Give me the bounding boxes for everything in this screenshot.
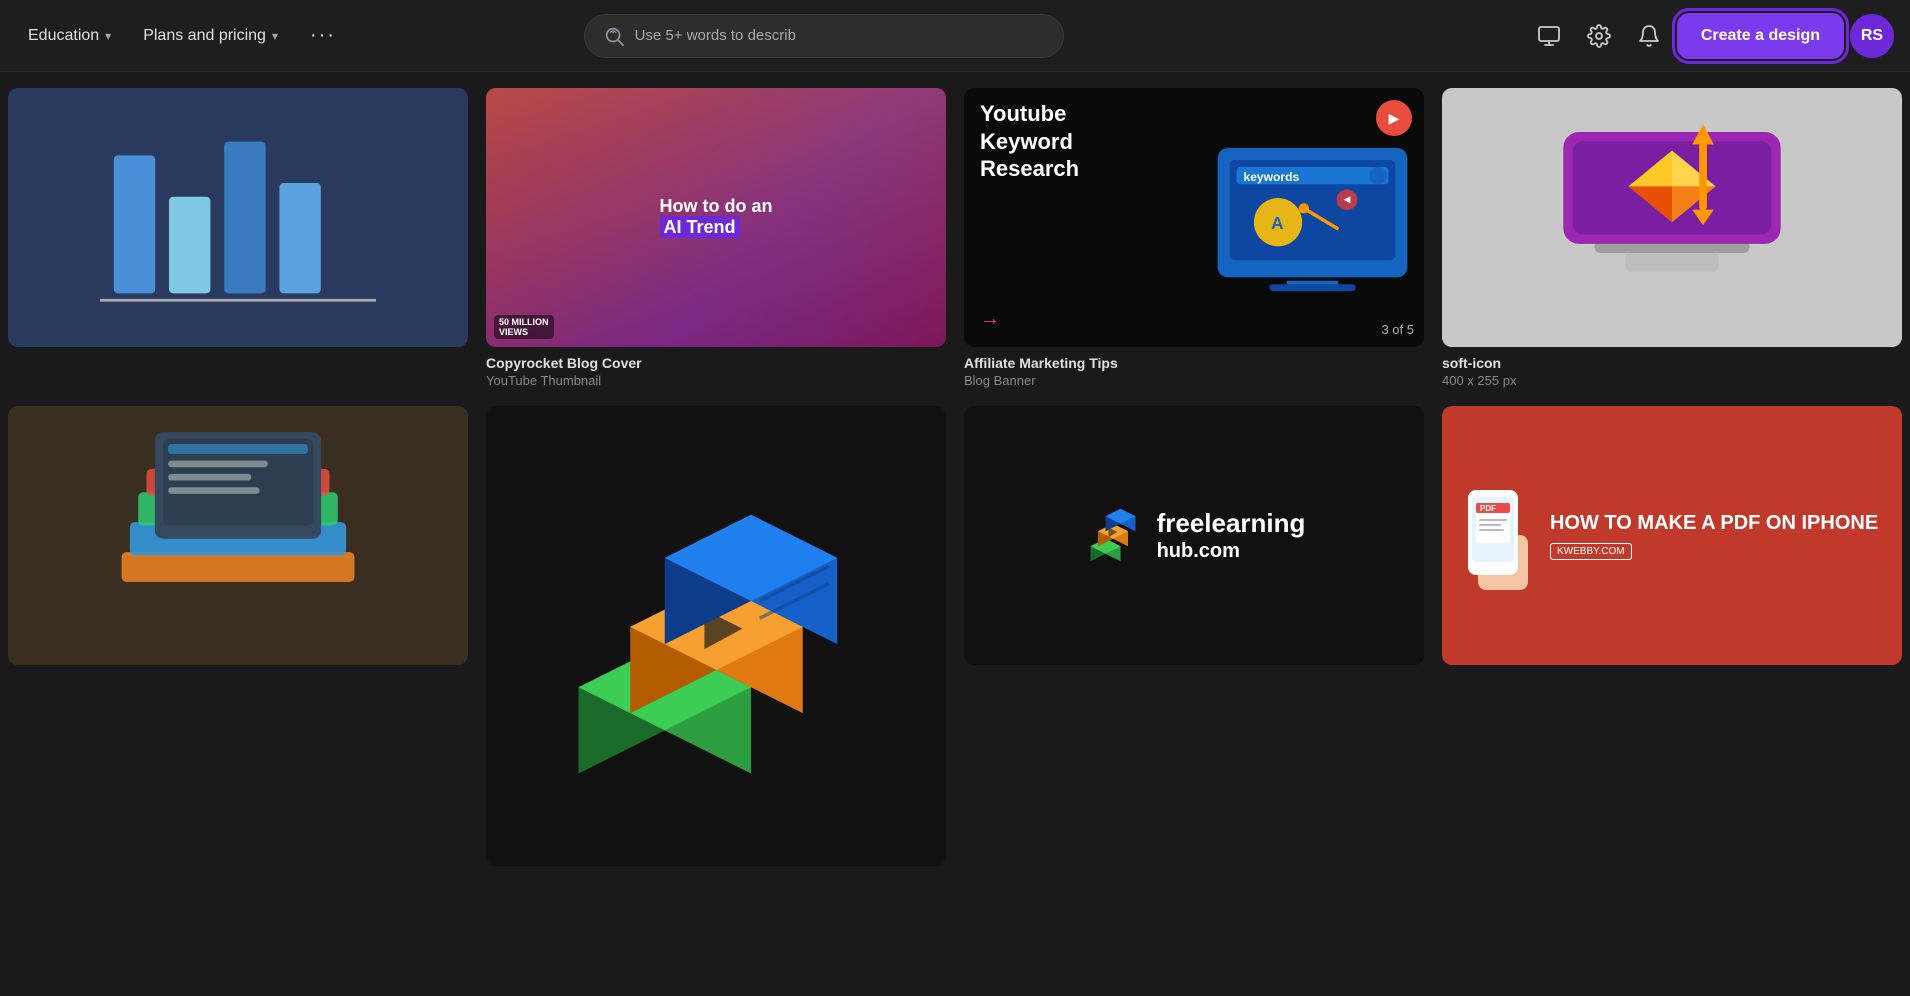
card-thumbnail [486,406,946,866]
card-thumbnail [8,406,468,665]
freelearning-thumbnail: freelearning hub.com [964,406,1424,665]
partial-thumbnail-2 [8,406,468,665]
header-right: Create a design RS [1527,13,1894,59]
blog-cover-thumbnail: How to do anAI Trend 50 MILLIONVIEWS [486,88,946,347]
card-title: soft-icon [1442,355,1902,371]
pdf-thumbnail: PDF HOW TO MAKE A PDF ON IPHONE KWEBBY.C… [1442,406,1902,665]
chevron-down-icon: ▾ [105,29,111,43]
notifications-icon-button[interactable] [1627,14,1671,58]
create-design-button[interactable]: Create a design [1677,13,1844,59]
phone-illustration: PDF [1458,475,1538,595]
soft-icon-thumbnail [1442,88,1902,347]
design-grid: How to do anAI Trend 50 MILLIONVIEWS Cop… [0,72,1910,882]
list-item[interactable] [478,398,954,874]
nav-education-label: Education [28,27,99,45]
list-item[interactable]: How to do anAI Trend 50 MILLIONVIEWS Cop… [478,80,954,396]
card-thumbnail: PDF HOW TO MAKE A PDF ON IPHONE KWEBBY.C… [1442,406,1902,665]
svg-text:PDF: PDF [1480,504,1496,513]
display-icon-button[interactable] [1527,14,1571,58]
card-thumbnail: How to do anAI Trend 50 MILLIONVIEWS [486,88,946,347]
blog-cover-text: How to do anAI Trend [648,184,785,251]
nav-plans-label: Plans and pricing [143,27,266,45]
list-item[interactable] [0,398,476,874]
avatar[interactable]: RS [1850,14,1894,58]
ai-trend-label: AI Trend [660,216,740,238]
ai-search-icon [603,25,625,47]
partial-chart-icon [54,114,422,321]
views-badge: 50 MILLIONVIEWS [494,315,554,339]
freelearning-text: freelearning hub.com [1157,508,1306,563]
more-dots-label: ··· [310,24,336,47]
bell-icon [1637,24,1661,48]
nav-plans-pricing[interactable]: Plans and pricing ▾ [131,19,290,53]
box-icon-thumbnail [486,406,946,866]
list-item[interactable]: soft-icon 400 x 255 px [1434,80,1910,396]
list-item[interactable] [0,80,476,396]
card-thumbnail [1442,88,1902,347]
more-nav-button[interactable]: ··· [298,16,348,55]
phone-svg: PDF [1458,475,1538,595]
search-placeholder: Use 5+ words to describ [635,27,796,44]
card-subtitle: Blog Banner [964,373,1424,388]
search-bar[interactable]: Use 5+ words to describ [584,14,1064,58]
pdf-site-label: KWEBBY.COM [1550,543,1632,560]
box-stack-graphic [544,463,889,808]
partial-thumbnail-1 [8,88,468,347]
card-title: Copyrocket Blog Cover [486,355,946,371]
list-item[interactable]: ▶ YoutubeKeywordResearch → 3 of 5 [956,80,1432,396]
arrow-icon: → [980,308,1000,331]
pdf-content: HOW TO MAKE A PDF ON IPHONE KWEBBY.COM [1550,511,1878,560]
affiliate-title: YoutubeKeywordResearch [980,100,1079,183]
gear-icon [1587,24,1611,48]
monitor-icon [1537,24,1561,48]
header: Education ▾ Plans and pricing ▾ ··· Use … [0,0,1910,72]
monitor-graphic: keywords A [1209,140,1416,295]
nav-education[interactable]: Education ▾ [16,19,123,53]
soft-icon-graphic [1465,101,1879,334]
affiliate-thumbnail: ▶ YoutubeKeywordResearch → 3 of 5 [964,88,1424,347]
play-button-icon: ▶ [1376,100,1412,136]
svg-text:A: A [1271,213,1283,233]
card-thumbnail: ▶ YoutubeKeywordResearch → 3 of 5 [964,88,1424,347]
card-subtitle: 400 x 255 px [1442,373,1902,388]
card-thumbnail [8,88,468,347]
list-item[interactable]: PDF HOW TO MAKE A PDF ON IPHONE KWEBBY.C… [1434,398,1910,874]
svg-text:keywords: keywords [1244,170,1300,184]
main-content: How to do anAI Trend 50 MILLIONVIEWS Cop… [0,72,1910,996]
pdf-heading: HOW TO MAKE A PDF ON IPHONE [1550,511,1878,535]
freelearning-logo-icon [1083,505,1143,565]
slide-counter: 3 of 5 [1381,322,1414,337]
list-item[interactable]: freelearning hub.com [956,398,1432,874]
chevron-down-icon: ▾ [272,29,278,43]
settings-icon-button[interactable] [1577,14,1621,58]
card-subtitle: YouTube Thumbnail [486,373,946,388]
books-graphic [31,419,445,652]
freelearning-line1: freelearning [1157,508,1306,539]
card-title: Affiliate Marketing Tips [964,355,1424,371]
card-thumbnail: freelearning hub.com [964,406,1424,665]
